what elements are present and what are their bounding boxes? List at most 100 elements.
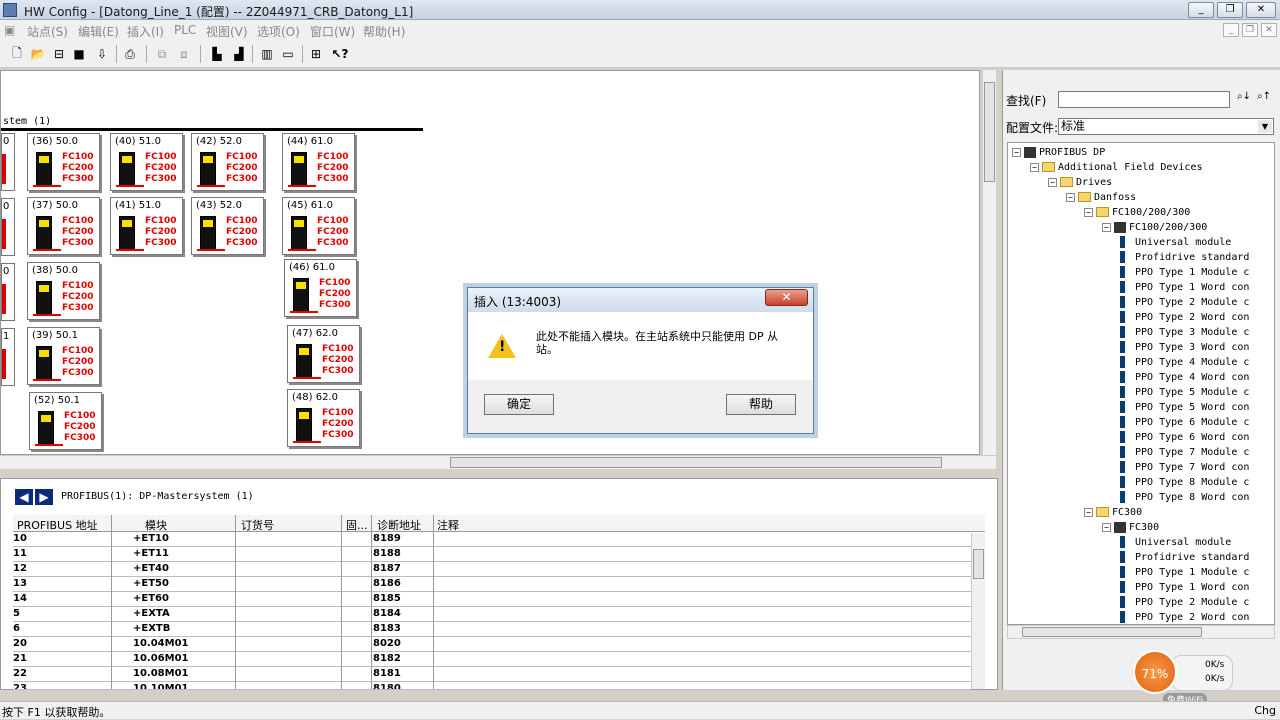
tree-node-module[interactable]: PPO Type 6 Word con	[1120, 430, 1249, 445]
mdi-restore-button[interactable]: ❐	[1242, 23, 1258, 37]
menu-options[interactable]: 选项(O)	[257, 23, 300, 40]
table-row[interactable]: 5 +EXTA 8184	[13, 607, 971, 622]
tree-node-module[interactable]: PPO Type 7 Word con	[1120, 460, 1249, 475]
station-menu-icon[interactable]: ▣	[4, 23, 15, 37]
dp-slave[interactable]: (46) 61.0 FC100 FC200 FC300	[284, 259, 357, 317]
tree-node-module[interactable]: PPO Type 8 Word con	[1120, 490, 1249, 505]
scrollbar-thumb[interactable]	[450, 457, 942, 468]
menu-view[interactable]: 视图(V)	[206, 23, 248, 40]
table-row[interactable]: 14 +ET60 8185	[13, 592, 971, 607]
tree-node-folder[interactable]: − Drives	[1048, 175, 1112, 190]
slave-partial[interactable]: 1	[1, 328, 15, 386]
dp-slave[interactable]: (44) 61.0 FC100 FC200 FC300	[282, 133, 355, 191]
column-header[interactable]: 固...	[346, 517, 368, 533]
scrollbar-thumb[interactable]	[973, 549, 984, 579]
minimize-button[interactable]: _	[1188, 2, 1214, 18]
dp-slave[interactable]: (39) 50.1 FC100 FC200 FC300	[27, 327, 100, 385]
dp-slave[interactable]: (42) 52.0 FC100 FC200 FC300	[191, 133, 264, 191]
table-row[interactable]: 12 +ET40 8187	[13, 562, 971, 577]
collapse-icon[interactable]: −	[1012, 147, 1021, 157]
tree-node-folder[interactable]: − Additional Field Devices	[1030, 160, 1203, 175]
tree-node-module[interactable]: PPO Type 4 Word con	[1120, 370, 1249, 385]
tree-node-module[interactable]: PPO Type 4 Module c	[1120, 355, 1249, 370]
table-row[interactable]: 13 +ET50 8186	[13, 577, 971, 592]
mdi-close-button[interactable]: ✕	[1261, 23, 1277, 37]
slave-partial[interactable]: 0	[1, 133, 15, 191]
restore-button[interactable]: ❐	[1217, 2, 1243, 18]
column-header[interactable]: 模块	[145, 517, 167, 533]
scrollbar-thumb[interactable]	[984, 82, 995, 182]
dp-slave[interactable]: (36) 50.0 FC100 FC200 FC300	[27, 133, 100, 191]
scrollbar-thumb[interactable]	[1022, 627, 1202, 637]
close-button[interactable]: ✕	[1246, 2, 1276, 18]
tree-node-module[interactable]: Profidrive standard	[1120, 250, 1249, 265]
dp-slave[interactable]: (47) 62.0 FC100 FC200 FC300	[287, 325, 360, 383]
tree-node-module[interactable]: PPO Type 3 Word con	[1120, 340, 1249, 355]
back-arrow-icon[interactable]: ◀	[15, 489, 33, 505]
chevron-down-icon[interactable]: ▼	[1258, 120, 1272, 133]
collapse-icon[interactable]: −	[1102, 522, 1111, 532]
tree-node-module[interactable]: PPO Type 1 Module c	[1120, 565, 1249, 580]
dp-slave[interactable]: (41) 51.0 FC100 FC200 FC300	[110, 197, 183, 255]
network-icon[interactable]: ⊟	[50, 45, 68, 63]
dp-slave[interactable]: (45) 61.0 FC100 FC200 FC300	[282, 197, 355, 255]
tree-node-folder[interactable]: − FC100/200/300	[1084, 205, 1190, 220]
tree-node-device[interactable]: − FC300	[1102, 520, 1159, 535]
dp-slave[interactable]: (52) 50.1 FC100 FC200 FC300	[29, 392, 102, 450]
column-header[interactable]: PROFIBUS 地址	[17, 517, 98, 533]
tree-node-module[interactable]: PPO Type 6 Module c	[1120, 415, 1249, 430]
print-icon[interactable]: ⎙	[121, 45, 139, 63]
copy-icon[interactable]: ⧉	[153, 45, 171, 63]
tree-node-module[interactable]: PPO Type 1 Word con	[1120, 580, 1249, 595]
dp-slave[interactable]: (40) 51.0 FC100 FC200 FC300	[110, 133, 183, 191]
collapse-icon[interactable]: −	[1084, 207, 1093, 217]
tree-horizontal-scrollbar[interactable]	[1007, 625, 1275, 639]
collapse-icon[interactable]: −	[1066, 192, 1075, 202]
tree-node-folder[interactable]: − FC300	[1084, 505, 1142, 520]
menu-station[interactable]: 站点(S)	[27, 23, 68, 40]
pane-splitter[interactable]	[0, 470, 998, 478]
tree-node-module[interactable]: PPO Type 1 Word con	[1120, 280, 1249, 295]
tree-node-module[interactable]: PPO Type 5 Module c	[1120, 385, 1249, 400]
tree-node-module[interactable]: PPO Type 2 Module c	[1120, 595, 1249, 610]
forward-arrow-icon[interactable]: ▶	[35, 489, 53, 505]
tree-node-module[interactable]: PPO Type 7 Module c	[1120, 445, 1249, 460]
tree-node-root[interactable]: − PROFIBUS DP	[1012, 145, 1105, 160]
tree-node-module[interactable]: Universal module	[1120, 235, 1231, 250]
collapse-icon[interactable]: −	[1102, 222, 1111, 232]
context-help-icon[interactable]: ↖?	[331, 45, 349, 63]
station-alt-icon[interactable]: ▟	[230, 45, 248, 63]
open-icon[interactable]: 📂	[29, 45, 47, 63]
column-header[interactable]: 注释	[437, 517, 459, 533]
download-icon[interactable]: ⇩	[93, 45, 111, 63]
collapse-icon[interactable]: −	[1030, 162, 1039, 172]
tree-node-folder[interactable]: − Danfoss	[1066, 190, 1136, 205]
tree-node-module[interactable]: PPO Type 1 Module c	[1120, 265, 1249, 280]
help-button[interactable]: 帮助	[726, 394, 796, 415]
menu-insert[interactable]: 插入(I)	[127, 23, 164, 40]
network-speed-widget[interactable]: 71% 0K/s 0K/s 免费WiFi	[1133, 650, 1233, 706]
catalog-tree[interactable]: − PROFIBUS DP − Additional Field Devices − Dr…	[1007, 142, 1275, 625]
column-header[interactable]: 诊断地址	[377, 517, 421, 533]
mdi-minimize-button[interactable]: _	[1223, 23, 1239, 37]
tree-node-module[interactable]: Universal module	[1120, 535, 1231, 550]
table-row[interactable]: 11 +ET11 8188	[13, 547, 971, 562]
rack-icon[interactable]: ▥	[258, 45, 276, 63]
catalog-icon[interactable]: ⊞	[307, 45, 325, 63]
tree-node-module[interactable]: PPO Type 5 Word con	[1120, 400, 1249, 415]
table-row[interactable]: 6 +EXTB 8183	[13, 622, 971, 637]
slave-partial[interactable]: 0	[1, 263, 15, 321]
table-scrollbar[interactable]	[971, 533, 985, 689]
collapse-icon[interactable]: −	[1048, 177, 1057, 187]
canvas-vertical-scrollbar[interactable]	[982, 70, 996, 455]
column-header[interactable]: 订货号	[241, 517, 274, 533]
menu-plc[interactable]: PLC	[174, 23, 196, 37]
dp-slave[interactable]: (48) 62.0 FC100 FC200 FC300	[287, 389, 360, 447]
canvas-horizontal-scrollbar[interactable]	[0, 455, 996, 469]
window-icon[interactable]: ▭	[279, 45, 297, 63]
new-icon[interactable]: 🗋	[8, 45, 26, 63]
tree-node-module[interactable]: PPO Type 2 Word con	[1120, 610, 1249, 624]
find-prev-icon[interactable]: ⌕↑	[1257, 91, 1275, 107]
menu-window[interactable]: 窗口(W)	[310, 23, 355, 40]
dialog-close-button[interactable]: ✕	[765, 289, 808, 306]
